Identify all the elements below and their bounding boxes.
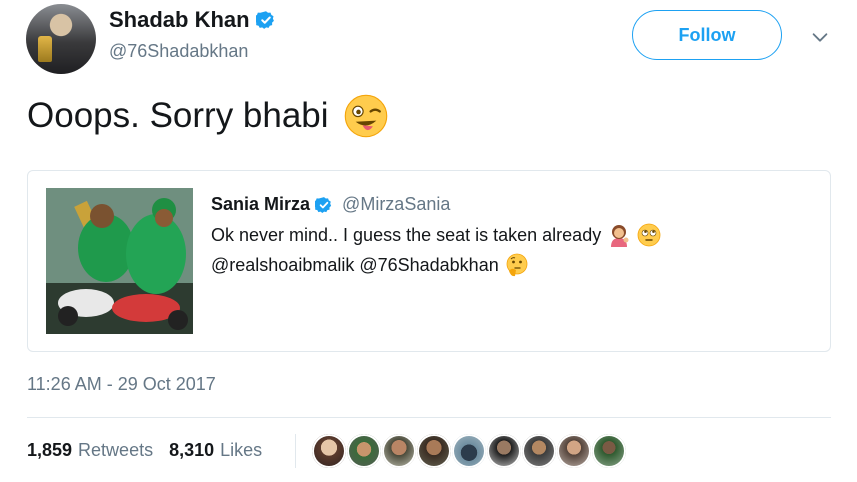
quoted-photo-illustration (46, 188, 193, 334)
liker-avatars (312, 434, 627, 468)
quoted-tweet-text-2: @realshoaibmalik @76Shadabkhan (211, 254, 499, 275)
author-avatar[interactable] (26, 4, 96, 74)
chevron-down-icon[interactable] (809, 26, 831, 48)
tweet-timestamp[interactable]: 11:26 AM - 29 Oct 2017 (27, 374, 216, 395)
liker-avatar[interactable] (522, 434, 556, 468)
quoted-author-handle[interactable]: @MirzaSania (342, 194, 450, 215)
liker-avatar[interactable] (557, 434, 591, 468)
quoted-tweet-line-1: Ok never mind.. I guess the seat is take… (211, 223, 661, 247)
quoted-author-name[interactable]: Sania Mirza (211, 194, 310, 215)
tweet-text: Ooops. Sorry bhabi (27, 96, 329, 135)
likes-stat[interactable]: 8,310 Likes (169, 440, 262, 461)
retweets-label: Retweets (78, 440, 154, 460)
tweet-stats: 1,859 Retweets 8,310 Likes (27, 440, 278, 461)
follow-button[interactable]: Follow (632, 10, 782, 60)
author-display-name[interactable]: Shadab Khan (109, 7, 250, 33)
woman-tipping-hand-emoji (611, 225, 629, 247)
liker-avatar[interactable] (452, 434, 486, 468)
divider (27, 417, 831, 418)
liker-avatar[interactable] (347, 434, 381, 468)
retweets-count: 1,859 (27, 440, 73, 460)
quoted-tweet-card[interactable]: Sania Mirza @MirzaSania Ok never mind.. … (27, 170, 831, 352)
verified-badge-icon (255, 11, 274, 29)
quoted-tweet-text-1: Ok never mind.. I guess the seat is take… (211, 224, 602, 245)
liker-avatar[interactable] (592, 434, 626, 468)
thinking-face-emoji (506, 253, 528, 277)
liker-avatar[interactable] (312, 434, 346, 468)
trophy-shape (38, 36, 52, 62)
liker-avatar[interactable] (417, 434, 451, 468)
retweets-stat[interactable]: 1,859 Retweets (27, 440, 153, 461)
likes-label: Likes (220, 440, 263, 460)
face-with-rolling-eyes-emoji (637, 223, 661, 247)
tweet-text-row: Ooops. Sorry bhabi (27, 93, 389, 139)
author-handle[interactable]: @76Shadabkhan (109, 41, 248, 62)
stats-divider (295, 434, 296, 468)
author-name-row: Shadab Khan (109, 7, 276, 33)
likes-count: 8,310 (169, 440, 215, 460)
quoted-tweet-line-2: @realshoaibmalik @76Shadabkhan (211, 253, 529, 277)
verified-badge-icon (315, 196, 332, 213)
winking-face-with-tongue-emoji (344, 94, 387, 138)
liker-avatar[interactable] (382, 434, 416, 468)
quoted-tweet-header: Sania Mirza @MirzaSania (211, 194, 450, 215)
liker-avatar[interactable] (487, 434, 521, 468)
quoted-tweet-image[interactable] (46, 188, 193, 334)
